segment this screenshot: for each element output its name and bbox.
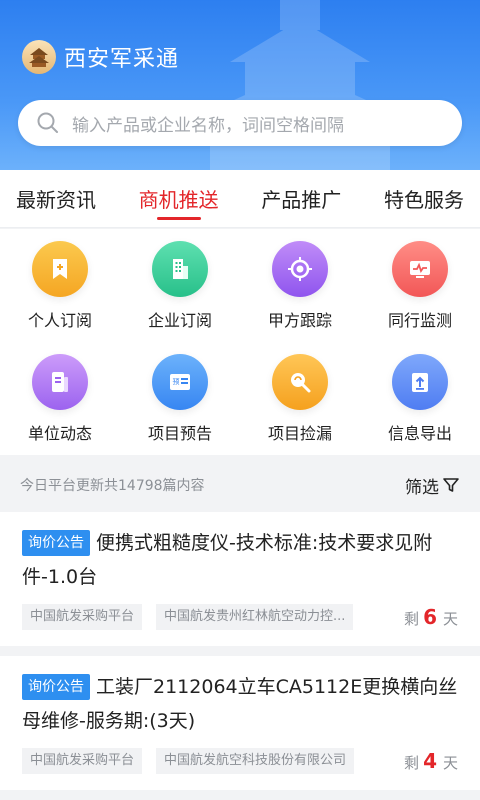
magnifier-icon [272,354,328,410]
feature-label: 同行监测 [387,311,452,330]
tab-product-promotion[interactable]: 产品推广 [261,170,341,228]
update-count-text: 今日平台更新共14798篇内容 [20,478,205,494]
feature-project-preview[interactable]: 预 项目预告 [120,342,240,455]
bottom-spacer [0,790,480,800]
source-tag: 中国航发采购平台 [22,748,143,774]
app-logo-icon [22,40,56,74]
brand: 西安军采通 [22,40,179,74]
filter-icon [443,478,459,492]
feature-label: 信息导出 [387,424,452,443]
category-tabs: 最新资讯 商机推送 产品推广 特色服务 [0,170,480,228]
feature-label: 项目捡漏 [267,424,332,443]
export-icon [392,354,448,410]
source-tag: 中国航发航空科技股份有限公司 [156,748,355,774]
feature-label: 项目预告 [147,424,212,443]
monitor-chart-icon [392,241,448,297]
building-icon [152,241,208,297]
remain-prefix: 剩 [404,754,420,772]
filter-button[interactable]: 筛选 [405,473,460,498]
card-title: 询价公告 便携式粗糙度仪-技术标准:技术要求见附件-1.0台 [22,526,458,594]
feature-label: 企业订阅 [147,311,212,330]
feature-label: 单位动态 [27,424,92,443]
remain-suffix: 天 [442,754,458,772]
tab-latest-news[interactable]: 最新资讯 [16,170,96,228]
document-icon [32,354,88,410]
list-item[interactable]: 询价公告 便携式粗糙度仪-技术标准:技术要求见附件-1.0台 中国航发采购平台 中… [0,512,480,646]
search-icon [37,112,58,133]
feature-label: 甲方跟踪 [267,311,332,330]
remain-days-value: 4 [423,749,437,773]
remain-prefix: 剩 [404,610,420,628]
tab-business-push[interactable]: 商机推送 [139,170,219,228]
card-meta: 中国航发采购平台 中国航发贵州红林航空动力控... 剩 6 天 [22,604,458,630]
feature-unit-dynamics[interactable]: 单位动态 [0,342,120,455]
feature-client-tracking[interactable]: 甲方跟踪 [240,229,360,342]
remaining-days: 剩 6 天 [404,605,458,629]
feature-grid: 个人订阅 企业订阅 甲方跟踪 同行监测 单位动态 预 项目预告 项目捡漏 信息导… [0,229,480,455]
preview-list-icon: 预 [152,354,208,410]
remain-suffix: 天 [442,610,458,628]
target-icon [272,241,328,297]
feature-personal-subscription[interactable]: 个人订阅 [0,229,120,342]
list-item[interactable]: 询价公告 工装厂2112064立车CA5112E更换横向丝母维修-服务期:(3天)… [0,656,480,790]
card-title: 询价公告 工装厂2112064立车CA5112E更换横向丝母维修-服务期:(3天) [22,670,458,738]
app-title: 西安军采通 [64,47,180,72]
source-tag: 中国航发贵州红林航空动力控... [156,604,354,630]
tab-featured-services[interactable]: 特色服务 [384,170,464,228]
feature-label: 个人订阅 [27,311,92,330]
svg-text:预: 预 [173,377,180,386]
app-header: 西安军采通 输入产品或企业名称，词间空格间隔 [0,0,480,170]
remain-days-value: 6 [423,605,437,629]
card-meta: 中国航发采购平台 中国航发航空科技股份有限公司 剩 4 天 [22,748,458,774]
feature-peer-monitoring[interactable]: 同行监测 [360,229,480,342]
feature-company-subscription[interactable]: 企业订阅 [120,229,240,342]
search-input[interactable]: 输入产品或企业名称，词间空格间隔 [18,100,462,146]
filter-label: 筛选 [405,477,439,498]
bookmark-plus-icon [32,241,88,297]
feature-info-export[interactable]: 信息导出 [360,342,480,455]
status-badge: 询价公告 [22,530,90,556]
source-tag: 中国航发采购平台 [22,604,143,630]
remaining-days: 剩 4 天 [404,749,458,773]
status-badge: 询价公告 [22,674,90,700]
feature-project-pickup[interactable]: 项目捡漏 [240,342,360,455]
update-info-bar: 今日平台更新共14798篇内容 筛选 [0,462,480,508]
search-placeholder: 输入产品或企业名称，词间空格间隔 [72,115,344,136]
